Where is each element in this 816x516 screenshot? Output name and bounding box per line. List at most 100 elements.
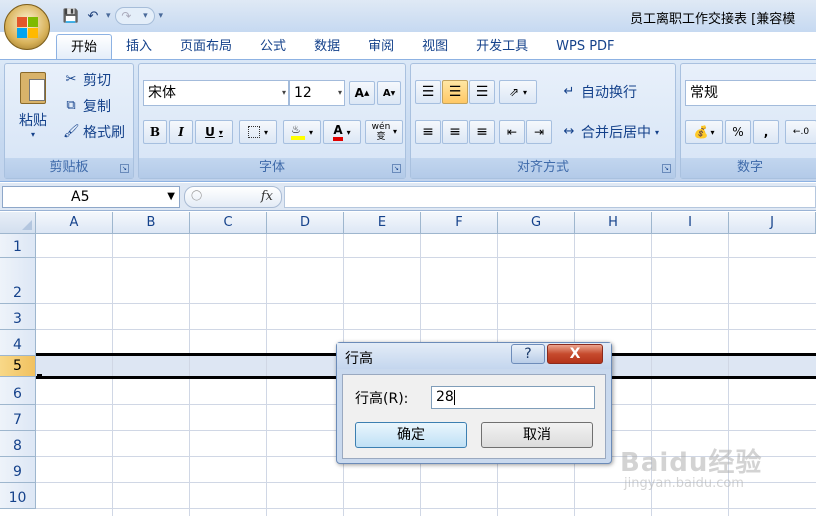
font-color-button[interactable]: A ▾ [323, 120, 361, 144]
cancel-button[interactable]: 取消 [481, 422, 593, 448]
align-bottom-button[interactable]: ☰ [469, 80, 495, 104]
chevron-down-icon: ▾ [655, 127, 660, 137]
paste-button[interactable]: 粘贴 ▾ [11, 68, 55, 152]
row-height-value: 28 [436, 389, 454, 405]
number-group-label: 数字 [681, 158, 816, 178]
tab-insert[interactable]: 插入 [112, 34, 166, 60]
tab-formulas[interactable]: 公式 [246, 34, 300, 60]
tab-page-layout[interactable]: 页面布局 [166, 34, 246, 60]
merge-center-button[interactable]: ↔ 合并后居中 ▾ [561, 122, 659, 142]
dialog-titlebar[interactable]: 行高 ? X [337, 343, 611, 369]
chevron-down-icon: ▾ [281, 88, 286, 97]
alignment-launcher-icon[interactable]: ↘ [662, 164, 671, 173]
orientation-button[interactable]: ⇗ ▾ [499, 80, 537, 104]
name-box[interactable]: A5 ▼ [2, 186, 180, 208]
row-header-8[interactable]: 8 [0, 431, 36, 457]
underline-button[interactable]: U ▾ [195, 120, 233, 144]
bold-button[interactable]: B [143, 120, 167, 144]
help-button[interactable]: ? [511, 344, 545, 364]
fill-color-button[interactable]: ♨ ▾ [283, 120, 321, 144]
phonetic-button[interactable]: wén 变 ▾ [365, 120, 403, 144]
align-right-button[interactable]: ≡ [469, 120, 495, 144]
align-middle-button[interactable]: ☰ [442, 80, 468, 104]
font-size-select[interactable]: 12 ▾ [289, 80, 345, 106]
italic-button[interactable]: I [169, 120, 193, 144]
underline-icon: U [205, 125, 215, 139]
row-height-label: 行高(R): [355, 391, 409, 407]
clipboard-launcher-icon[interactable]: ↘ [120, 164, 129, 173]
column-header-d[interactable]: D [267, 212, 344, 234]
number-format-select[interactable]: 常规 [685, 80, 816, 106]
undo-icon[interactable]: ↶ [84, 7, 102, 25]
ribbon: 粘贴 ▾ ✂ 剪切 ⧉ 复制 🖌 格式刷 剪贴板 ↘ 宋体 ▾ 12 ▾ A ▲ A ▼ B … [0, 59, 816, 182]
scissors-icon: ✂ [65, 72, 77, 87]
font-group: 宋体 ▾ 12 ▾ A ▲ A ▼ B I U ▾ ▾ ♨ ▾ A ▾ wén 变 ▾ 字体 ↘ [138, 63, 406, 179]
increase-decimal-button[interactable]: ←.0 [785, 120, 816, 144]
customize-qat-icon[interactable]: ▾ [159, 11, 164, 21]
copy-label: 复制 [83, 99, 111, 115]
shrink-font-button[interactable]: A ▼ [377, 81, 401, 105]
row-header-3[interactable]: 3 [0, 304, 36, 330]
borders-button[interactable]: ▾ [239, 120, 277, 144]
column-header-i[interactable]: I [652, 212, 729, 234]
font-name-select[interactable]: 宋体 ▾ [143, 80, 289, 106]
copy-button[interactable]: ⧉ 复制 [63, 96, 111, 116]
row-header-2[interactable]: 2 [0, 258, 36, 304]
align-center-icon: ≡ [449, 124, 461, 140]
row-header-9[interactable]: 9 [0, 457, 36, 483]
decrease-indent-icon: ⇤ [506, 125, 518, 139]
percent-button[interactable]: % [725, 120, 751, 144]
format-painter-button[interactable]: 🖌 格式刷 [63, 122, 125, 142]
wrap-text-button[interactable]: ↵ 自动换行 [561, 82, 637, 102]
formula-bar: A5 ▼ ◯ fx [0, 183, 816, 211]
decrease-indent-button[interactable]: ⇤ [499, 120, 525, 144]
increase-indent-button[interactable]: ⇥ [526, 120, 552, 144]
column-header-b[interactable]: B [113, 212, 190, 234]
tab-review[interactable]: 审阅 [354, 34, 408, 60]
merge-center-icon: ↔ [563, 124, 575, 139]
tab-wps-pdf[interactable]: WPS PDF [542, 34, 628, 60]
align-center-button[interactable]: ≡ [442, 120, 468, 144]
tab-developer[interactable]: 开发工具 [462, 34, 542, 60]
cut-label: 剪切 [83, 73, 111, 89]
align-top-button[interactable]: ☰ [415, 80, 441, 104]
close-button[interactable]: X [547, 344, 603, 364]
tab-data[interactable]: 数据 [300, 34, 354, 60]
increase-indent-icon: ⇥ [533, 125, 545, 139]
row-height-input[interactable]: 28 [431, 386, 595, 409]
formula-input[interactable] [284, 186, 816, 208]
currency-button[interactable]: 💰 ▾ [685, 120, 723, 144]
tab-view[interactable]: 视图 [408, 34, 462, 60]
row-header-4[interactable]: 4 [0, 330, 36, 356]
ok-button[interactable]: 确定 [355, 422, 467, 448]
row-header-10[interactable]: 10 [0, 483, 36, 509]
column-header-a[interactable]: A [36, 212, 113, 234]
row-header-7[interactable]: 7 [0, 405, 36, 431]
office-logo-icon [17, 17, 39, 39]
column-header-g[interactable]: G [498, 212, 575, 234]
redo-button[interactable]: ↷ ▾ [114, 7, 155, 25]
column-header-c[interactable]: C [190, 212, 267, 234]
row-header-6[interactable]: 6 [0, 377, 36, 405]
chevron-down-icon: ▼ [167, 191, 175, 202]
formula-controls: ◯ fx [184, 186, 282, 208]
selection-fill-handle[interactable] [37, 374, 42, 379]
cut-button[interactable]: ✂ 剪切 [63, 70, 111, 90]
column-header-j[interactable]: J [729, 212, 816, 234]
font-launcher-icon[interactable]: ↘ [392, 164, 401, 173]
align-left-button[interactable]: ≡ [415, 120, 441, 144]
office-button[interactable] [4, 4, 50, 50]
select-all-button[interactable] [0, 212, 36, 234]
row-header-5[interactable]: 5 [0, 356, 36, 377]
save-icon[interactable]: 💾 [62, 7, 80, 25]
gridline [112, 234, 113, 516]
grow-font-button[interactable]: A ▲ [349, 81, 375, 105]
column-header-f[interactable]: F [421, 212, 498, 234]
undo-dropdown-icon[interactable]: ▾ [106, 11, 111, 21]
comma-button[interactable]: , [753, 120, 779, 144]
insert-function-icon[interactable]: fx [261, 189, 273, 204]
tab-home[interactable]: 开始 [56, 34, 113, 60]
row-header-1[interactable]: 1 [0, 234, 36, 258]
column-header-e[interactable]: E [344, 212, 421, 234]
column-header-h[interactable]: H [575, 212, 652, 234]
